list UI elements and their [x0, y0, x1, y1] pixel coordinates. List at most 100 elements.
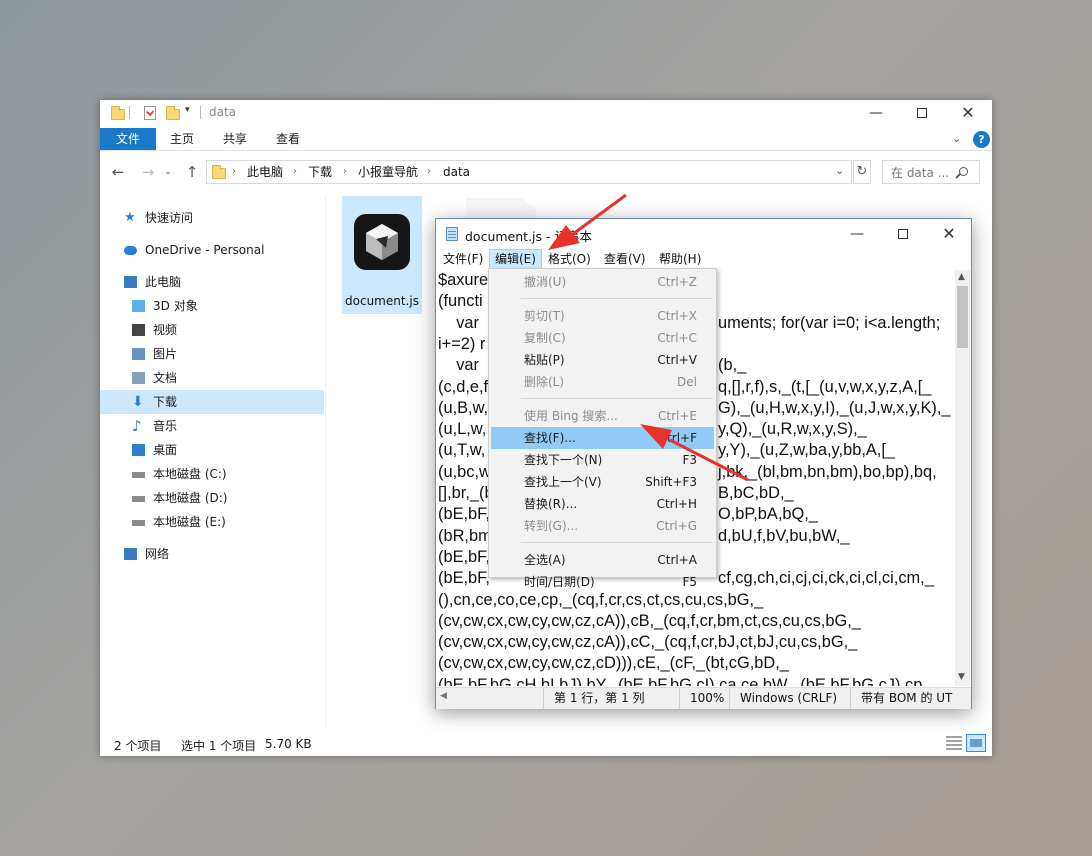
menu-item[interactable]: 剪切(T) Ctrl+X	[491, 305, 714, 327]
notepad-titlebar: document.js - 记事本 — ✕	[436, 219, 971, 249]
menu-item-label: 转到(G)...	[524, 519, 579, 533]
sidebar-item[interactable]: 本地磁盘 (E:)	[100, 510, 324, 534]
menu-item[interactable]: 全选(A) Ctrl+A	[491, 549, 714, 571]
recent-dropdown-icon[interactable]: ⌄	[158, 162, 178, 182]
minimize-button[interactable]: —	[834, 221, 880, 247]
sidebar-item[interactable]: 本地磁盘 (D:)	[100, 486, 324, 510]
sidebar-item-label: 本地磁盘 (D:)	[153, 491, 228, 505]
folder-icon	[212, 165, 226, 179]
menu-item-shortcut: Del	[677, 375, 697, 389]
chevron-right-icon[interactable]: ›	[293, 161, 297, 183]
sidebar-item[interactable]: 3D 对象	[100, 294, 324, 318]
menu-file[interactable]: 文件(F)	[438, 249, 488, 269]
navigation-pane: ★ 快速访问 OneDrive - Personal 此电脑 3D 对象 视频 图片 文档 ⬇ 下…	[100, 196, 325, 726]
menu-format[interactable]: 格式(O)	[543, 249, 596, 269]
menu-item[interactable]: 转到(G)... Ctrl+G	[491, 515, 714, 537]
status-bar: 2 个项目 选中 1 个项目 5.70 KB	[100, 732, 992, 756]
menu-item[interactable]: 粘贴(P) Ctrl+V	[491, 349, 714, 371]
text-line-left: (),cn,ce,co,ce,cp,_(cq,f,cr,cs,ct,cs,cu,…	[438, 590, 764, 609]
maximize-button[interactable]	[899, 100, 945, 126]
breadcrumb-downloads[interactable]: 下载	[308, 161, 332, 183]
ribbon-expand-icon[interactable]: ⌄	[952, 132, 961, 145]
breadcrumb-this-pc[interactable]: 此电脑	[247, 161, 283, 183]
file-item[interactable]: document.js	[342, 196, 422, 314]
menu-edit[interactable]: 编辑(E)	[489, 249, 542, 269]
text-line-left: var	[438, 313, 479, 332]
chevron-right-icon[interactable]: ›	[343, 161, 347, 183]
sidebar-item[interactable]: ⬇ 下载	[100, 390, 324, 414]
tab-view[interactable]: 查看	[268, 128, 308, 150]
vertical-scrollbar[interactable]: ▲ ▼	[955, 270, 970, 686]
hscroll-left-icon[interactable]: ◀	[440, 691, 447, 701]
tab-share[interactable]: 共享	[215, 128, 255, 150]
menu-item[interactable]: 时间/日期(D) F5	[491, 571, 714, 593]
menu-item[interactable]: 查找(F)... Ctrl+F	[491, 427, 714, 449]
edit-menu-dropdown: 撤消(U) Ctrl+Z 剪切(T) Ctrl+X 复制(C) Ctrl+C 粘贴(P) Ct…	[488, 268, 717, 589]
item-count: 2 个项目	[114, 739, 162, 753]
help-icon[interactable]: ?	[973, 131, 990, 148]
chevron-right-icon[interactable]: ›	[232, 161, 236, 183]
address-bar[interactable]: › 此电脑 › 下载 › 小报童导航 › data ⌄	[206, 160, 852, 184]
menu-item[interactable]: 查找上一个(V) Shift+F3	[491, 471, 714, 493]
sidebar-item[interactable]: 本地磁盘 (C:)	[100, 462, 324, 486]
cursor-position: 第 1 行，第 1 列	[543, 688, 678, 709]
sidebar-item[interactable]: 视频	[100, 318, 324, 342]
text-line-right: q,[],r,f),s,_(t,[_(u,v,w,x,y,z,A,[_	[718, 377, 932, 396]
desktop-icon	[132, 444, 145, 456]
menu-item-label: 剪切(T)	[524, 309, 565, 323]
breadcrumb-data[interactable]: data	[443, 161, 470, 183]
menu-item-shortcut: Shift+F3	[645, 475, 697, 489]
forward-arrow-icon[interactable]: →	[138, 162, 158, 182]
menu-separator	[521, 398, 713, 399]
breadcrumb-folder[interactable]: 小报童导航	[358, 161, 418, 183]
scroll-thumb[interactable]	[957, 286, 968, 348]
minimize-button[interactable]: —	[853, 100, 899, 126]
scroll-down-icon[interactable]: ▼	[958, 672, 965, 682]
close-button[interactable]: ✕	[926, 221, 972, 247]
address-dropdown-icon[interactable]: ⌄	[835, 164, 844, 177]
new-folder-icon[interactable]	[166, 106, 180, 120]
chevron-right-icon[interactable]: ›	[427, 161, 431, 183]
tab-file[interactable]: 文件	[100, 128, 156, 150]
sidebar-item[interactable]: 文档	[100, 366, 324, 390]
scroll-up-icon[interactable]: ▲	[958, 272, 965, 282]
sidebar-item[interactable]: 图片	[100, 342, 324, 366]
sidebar-item[interactable]: 桌面	[100, 438, 324, 462]
text-line-right: y,Y),_(u,Z,w,ba,y,bb,A,[_	[718, 441, 896, 460]
search-icon	[955, 167, 968, 179]
up-arrow-icon[interactable]: ↑	[182, 162, 202, 182]
menu-item[interactable]: 替换(R)... Ctrl+H	[491, 493, 714, 515]
menu-view[interactable]: 查看(V)	[599, 249, 651, 269]
qat-dropdown-icon[interactable]: ▾	[185, 105, 190, 115]
menu-help[interactable]: 帮助(H)	[654, 249, 706, 269]
menu-item-label: 删除(L)	[524, 375, 565, 389]
text-line-right: y,Q),_(u,R,w,x,y,S),_	[718, 420, 867, 439]
sidebar-item[interactable]: 网络	[100, 542, 324, 566]
search-input[interactable]: 在 data ...	[891, 164, 949, 181]
back-arrow-icon[interactable]: ←	[108, 162, 128, 182]
large-icons-view-icon[interactable]	[966, 734, 986, 752]
sidebar-item[interactable]: 此电脑	[100, 270, 324, 294]
sidebar-item-label: 快速访问	[145, 211, 194, 225]
explorer-titlebar: ▾ data — ✕	[100, 100, 992, 126]
sidebar-item[interactable]: ♪ 音乐	[100, 414, 324, 438]
sidebar-item[interactable]: OneDrive - Personal	[100, 238, 324, 262]
menu-item[interactable]: 复制(C) Ctrl+C	[491, 327, 714, 349]
menu-item[interactable]: 使用 Bing 搜索... Ctrl+E	[491, 405, 714, 427]
details-view-icon[interactable]	[946, 736, 962, 750]
maximize-button[interactable]	[880, 221, 926, 247]
sidebar-item[interactable]: ★ 快速访问	[100, 206, 324, 230]
drive-icon	[132, 472, 145, 478]
search-box[interactable]: 在 data ...	[882, 160, 980, 184]
menu-item-shortcut: Ctrl+A	[657, 553, 697, 567]
properties-icon[interactable]	[144, 106, 156, 120]
menu-item[interactable]: 删除(L) Del	[491, 371, 714, 393]
sidebar-item-label: 网络	[145, 547, 170, 561]
menu-item[interactable]: 撤消(U) Ctrl+Z	[491, 271, 714, 293]
text-line: (cv,cw,cx,cw,cy,cw,cz,cA)),cC,_(cq,f,cr,…	[438, 632, 955, 653]
close-button[interactable]: ✕	[945, 100, 991, 126]
menu-item[interactable]: 查找下一个(N) F3	[491, 449, 714, 471]
refresh-icon[interactable]: ↻	[853, 160, 871, 184]
tab-home[interactable]: 主页	[162, 128, 202, 150]
address-row: ← → ⌄ ↑ › 此电脑 › 下载 › 小报童导航 › data ⌄ ↻ 在 …	[100, 158, 992, 186]
